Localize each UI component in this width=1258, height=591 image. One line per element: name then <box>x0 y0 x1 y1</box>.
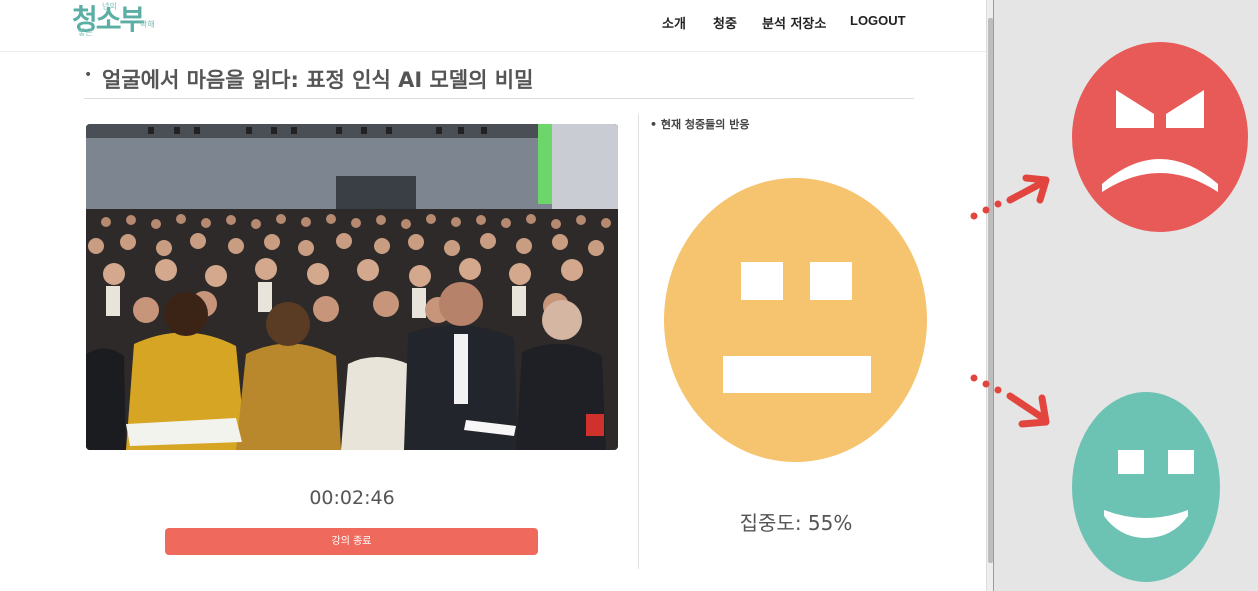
end-lecture-button[interactable]: 강의 종료 <box>165 528 538 555</box>
happy-face-icon <box>1072 392 1220 582</box>
top-header: 청소부 년의 좋은 탁해 소개 청중 분석 저장소 LOGOUT <box>0 0 990 52</box>
lecture-timer: 00:02:46 <box>309 487 395 509</box>
nav-item-analysis-archive[interactable]: 분석 저장소 <box>762 13 826 32</box>
logo-small-text-left: 좋은 <box>78 28 93 37</box>
audience-photo <box>86 124 618 450</box>
nav-item-audience[interactable]: 청중 <box>713 13 737 32</box>
column-divider <box>638 114 639 569</box>
lecture-video-feed <box>86 124 618 450</box>
logo-small-text-top: 년의 <box>102 2 117 11</box>
nav-item-intro[interactable]: 소개 <box>662 13 686 32</box>
vertical-scrollbar[interactable] <box>986 0 994 591</box>
nav-item-logout[interactable]: LOGOUT <box>850 13 906 28</box>
title-bullet: • <box>84 67 93 83</box>
scrollbar-thumb[interactable] <box>988 18 993 563</box>
emotion-legend-panel <box>994 0 1258 591</box>
concentration-level: 집중도: 55% <box>739 511 853 535</box>
angry-face-icon <box>1072 42 1248 232</box>
audience-reaction-label: • 현재 청중들의 반응 <box>650 118 750 131</box>
site-logo[interactable]: 청소부 년의 좋은 탁해 <box>68 0 178 48</box>
title-bar: • 얼굴에서 마음을 읽다: 표정 인식 AI 모델의 비밀 <box>84 62 914 99</box>
arrow-to-happy-icon <box>970 374 1050 428</box>
logo-small-text-right: 탁해 <box>140 20 155 29</box>
page-title: 얼굴에서 마음을 읽다: 표정 인식 AI 모델의 비밀 <box>102 68 534 92</box>
neutral-face-icon <box>664 178 927 462</box>
arrow-to-angry-icon <box>970 174 1050 220</box>
